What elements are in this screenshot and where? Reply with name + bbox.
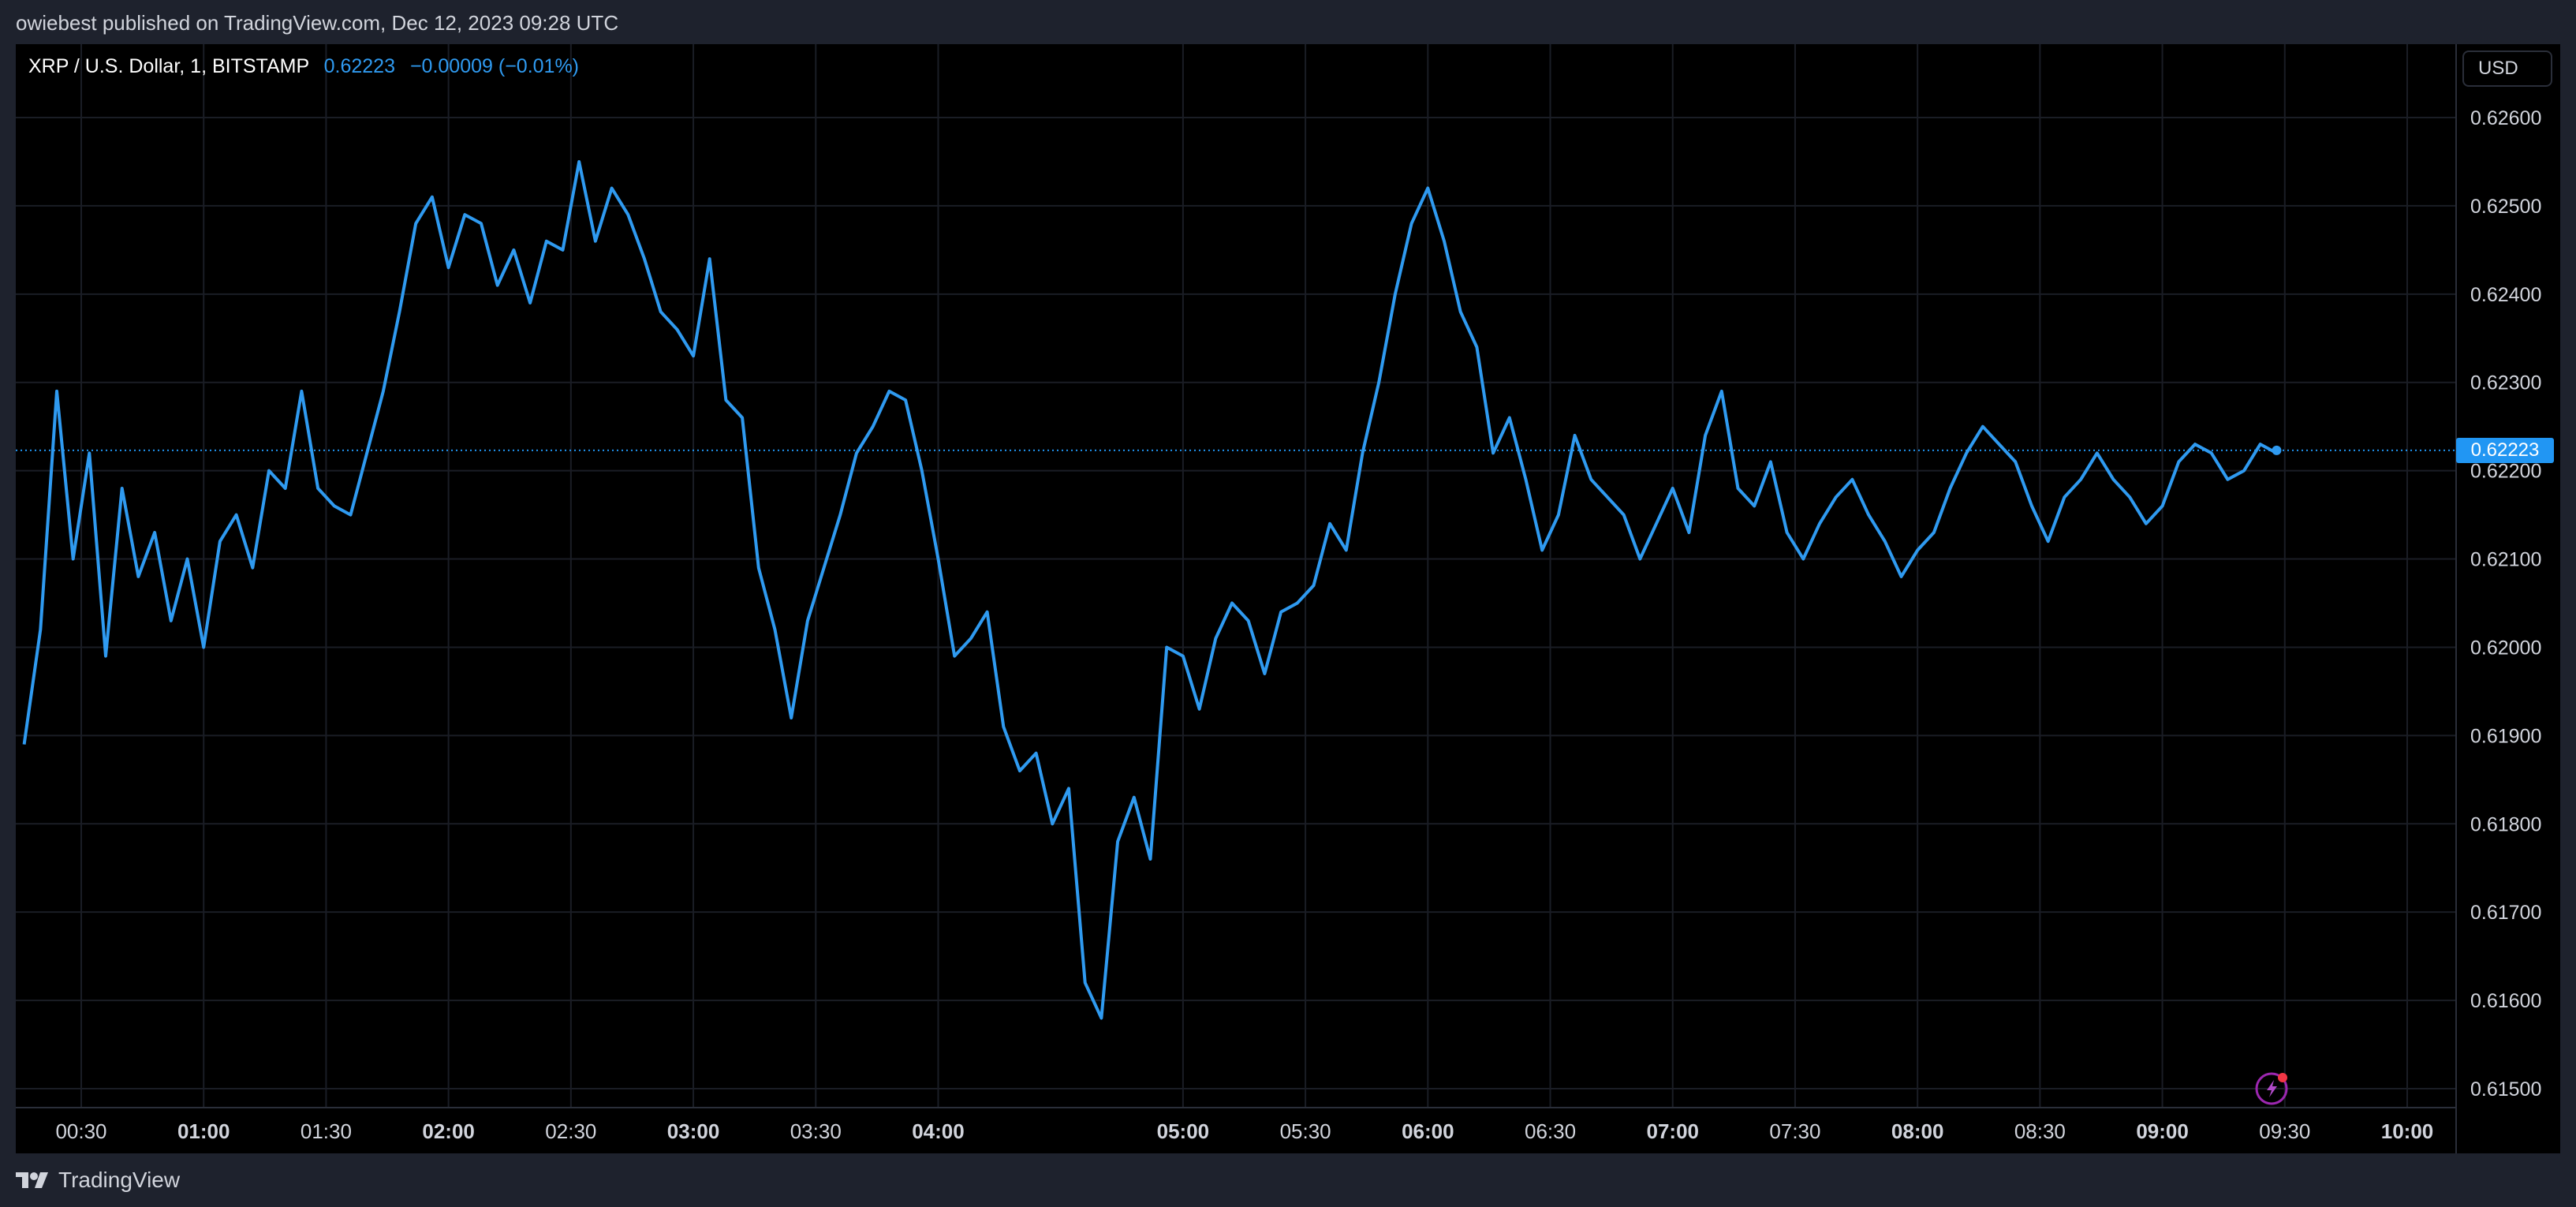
chart-pane-background <box>16 44 2560 1153</box>
price-axis-tick-label: 0.61500 <box>2470 1078 2541 1100</box>
time-axis-tick-label: 05:00 <box>1157 1119 1210 1143</box>
price-axis-tick-label: 0.62300 <box>2470 372 2541 394</box>
last-price-dot <box>2272 445 2282 455</box>
time-axis-tick-label: 08:00 <box>1891 1119 1944 1143</box>
price-axis-tick-label: 0.62400 <box>2470 284 2541 306</box>
footer-brand-text: TradingView <box>58 1168 181 1192</box>
time-axis-tick-label: 00:30 <box>55 1119 106 1143</box>
time-axis-tick-label: 03:00 <box>667 1119 720 1143</box>
time-axis-tick-label: 07:00 <box>1646 1119 1699 1143</box>
time-axis-tick-label: 04:00 <box>912 1119 965 1143</box>
time-axis-tick-label: 02:00 <box>422 1119 475 1143</box>
price-axis-tick-label: 0.62200 <box>2470 461 2541 483</box>
time-axis-tick-label: 03:30 <box>790 1119 842 1143</box>
time-axis-tick-label: 06:00 <box>1402 1119 1454 1143</box>
price-axis-tick-label: 0.62500 <box>2470 196 2541 218</box>
footer-branding: TradingView <box>16 1163 180 1198</box>
symbol-info: XRP / U.S. Dollar, 1, BITSTAMP 0.62223 −… <box>28 55 579 78</box>
symbol-name[interactable]: XRP / U.S. Dollar, 1, BITSTAMP <box>28 55 309 77</box>
time-axis-tick-label: 07:30 <box>1769 1119 1820 1143</box>
time-axis-tick-label: 02:30 <box>545 1119 596 1143</box>
currency-selector[interactable]: USD <box>2462 50 2552 87</box>
time-axis-tick-label: 08:30 <box>2014 1119 2066 1143</box>
time-axis-tick-label: 09:00 <box>2136 1119 2189 1143</box>
price-chart[interactable]: 0.61500 0.61600 0.61700 0.61800 0.61900 0.620… <box>0 0 2576 1207</box>
time-axis-tick-label: 01:00 <box>177 1119 230 1143</box>
price-axis-tick-label: 0.61700 <box>2470 902 2541 924</box>
last-price-badge: 0.62223 <box>2456 438 2554 463</box>
time-axis-tick-label: 05:30 <box>1280 1119 1331 1143</box>
price-axis-tick-label: 0.62600 <box>2470 107 2541 129</box>
price-axis-tick-label: 0.61900 <box>2470 725 2541 747</box>
time-axis-tick-label: 09:30 <box>2259 1119 2310 1143</box>
price-axis-tick-label: 0.61600 <box>2470 990 2541 1012</box>
time-axis-tick-label: 01:30 <box>301 1119 352 1143</box>
symbol-price-change: −0.00009 (−0.01%) <box>409 55 580 77</box>
price-axis-tick-label: 0.62100 <box>2470 549 2541 571</box>
tradingview-logo-icon <box>16 1172 48 1188</box>
time-axis-tick-label: 06:30 <box>1525 1119 1576 1143</box>
time-axis-tick-label: 10:00 <box>2381 1119 2434 1143</box>
price-axis-tick-label: 0.61800 <box>2470 813 2541 835</box>
symbol-last-price: 0.62223 <box>323 55 395 77</box>
price-axis-tick-label: 0.62000 <box>2470 637 2541 659</box>
